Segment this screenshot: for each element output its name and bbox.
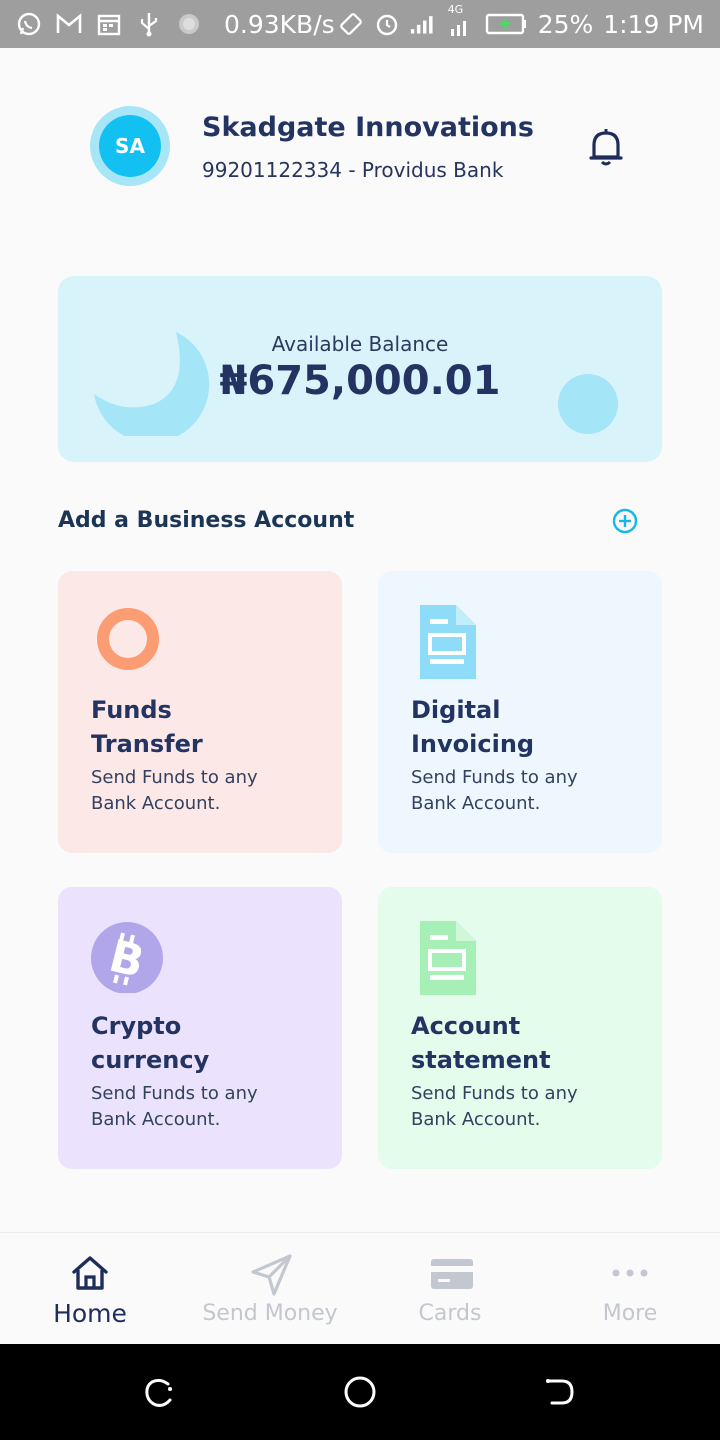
tile-title-line2: Invoicing xyxy=(411,730,535,758)
tile-title-line1: Account xyxy=(411,1012,521,1040)
balance-amount: ₦675,000.01 xyxy=(219,358,501,404)
add-circle-icon[interactable] xyxy=(612,508,638,534)
tile-title-line2: statement xyxy=(411,1046,551,1074)
tile-title-line1: Crypto xyxy=(91,1012,182,1040)
notification-bell-icon[interactable] xyxy=(586,126,626,170)
nav-home[interactable]: Home xyxy=(0,1233,180,1345)
tile-account-statement[interactable]: Account statement Send Funds to any Bank A… xyxy=(378,887,662,1169)
statement-document-icon xyxy=(410,919,480,999)
nav-send-money-label: Send Money xyxy=(202,1301,338,1326)
send-icon xyxy=(250,1253,292,1296)
rotate-icon xyxy=(338,11,364,37)
account-header: SA Skadgate Innovations 99201122334 - Pr… xyxy=(90,106,650,186)
whatsapp-icon xyxy=(16,11,42,37)
card-icon xyxy=(430,1253,473,1293)
tile-desc-line2: Bank Account. xyxy=(411,793,541,814)
calendar-icon xyxy=(96,11,122,37)
nav-home-label: Home xyxy=(53,1299,127,1328)
alarm-icon xyxy=(374,11,400,37)
add-business-account-label: Add a Business Account xyxy=(58,508,355,533)
nav-cards[interactable]: Cards xyxy=(360,1233,540,1345)
4g-signal-icon: 4G xyxy=(446,3,474,37)
tile-desc-line1: Send Funds to any xyxy=(91,1083,258,1104)
bottom-navigation: Home Send Money Cards More xyxy=(0,1232,720,1344)
home-button-icon[interactable] xyxy=(342,1374,378,1410)
battery-percent: 25% xyxy=(537,9,594,39)
nav-send-money[interactable]: Send Money xyxy=(180,1233,360,1345)
tile-crypto-currency[interactable]: B Crypto currency Send Funds to any Bank A… xyxy=(58,887,342,1169)
battery-charging-icon xyxy=(484,11,528,37)
home-icon xyxy=(70,1253,110,1293)
avatar[interactable]: SA xyxy=(90,106,170,186)
app-circle-icon xyxy=(176,11,202,37)
tile-desc-line1: Send Funds to any xyxy=(91,767,258,788)
clock: 1:19 PM xyxy=(603,9,704,39)
usb-icon xyxy=(136,11,162,37)
nav-more-label: More xyxy=(602,1301,658,1326)
tile-title-line1: Digital xyxy=(411,696,501,724)
invoice-document-icon xyxy=(410,603,480,683)
nav-cards-label: Cards xyxy=(418,1301,482,1326)
tile-desc-line2: Bank Account. xyxy=(91,1109,221,1130)
system-navigation-bar xyxy=(0,1344,720,1440)
tile-title-line1: Funds xyxy=(91,696,172,724)
nav-more[interactable]: More xyxy=(540,1233,720,1345)
account-number-bank: 99201122334 - Providus Bank xyxy=(202,158,504,182)
tile-digital-invoicing[interactable]: Digital Invoicing Send Funds to any Bank A… xyxy=(378,571,662,853)
tile-funds-transfer[interactable]: Funds Transfer Send Funds to any Bank Acco… xyxy=(58,571,342,853)
balance-label: Available Balance xyxy=(271,332,449,356)
add-business-account-row[interactable]: Add a Business Account xyxy=(58,506,638,538)
tile-title-line2: currency xyxy=(91,1046,210,1074)
network-speed: 0.93KB/s xyxy=(224,9,335,39)
signal-icon xyxy=(410,11,436,37)
tile-desc-line1: Send Funds to any xyxy=(411,767,578,788)
avatar-initials: SA xyxy=(99,115,161,177)
bitcoin-icon: B xyxy=(90,919,163,999)
tile-title-line2: Transfer xyxy=(91,730,203,758)
ring-icon xyxy=(90,603,160,683)
tile-desc-line1: Send Funds to any xyxy=(411,1083,578,1104)
back-icon[interactable] xyxy=(542,1374,578,1410)
more-dots-icon xyxy=(610,1253,650,1293)
gmail-icon xyxy=(56,11,82,37)
recent-apps-icon[interactable] xyxy=(142,1374,178,1410)
tile-desc-line2: Bank Account. xyxy=(411,1109,541,1130)
balance-card: Available Balance ₦675,000.01 xyxy=(58,276,662,462)
tile-desc-line2: Bank Account. xyxy=(91,793,221,814)
business-name: Skadgate Innovations xyxy=(202,112,534,143)
status-bar: 0.93KB/s 4G 25% 1:19 PM xyxy=(0,0,720,48)
